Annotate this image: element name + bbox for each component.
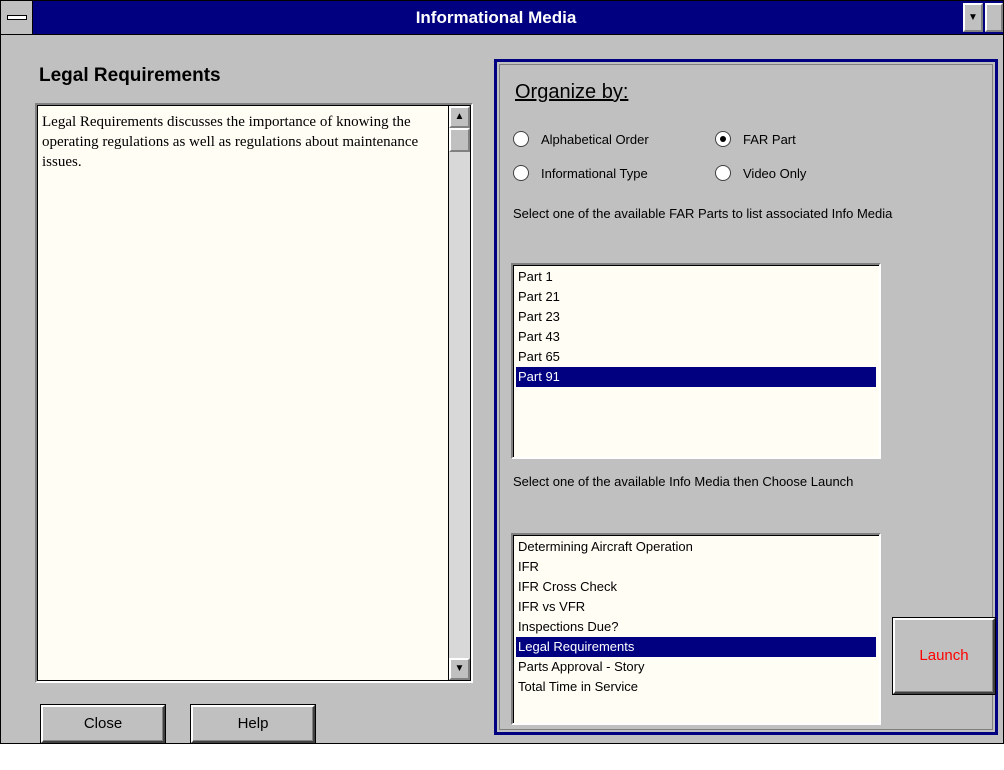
system-menu-icon[interactable] <box>1 1 33 34</box>
list-item[interactable]: Part 1 <box>516 267 876 287</box>
radio-label: FAR Part <box>743 131 796 147</box>
radio-label: Alphabetical Order <box>541 131 649 147</box>
radio-indicator <box>513 165 529 181</box>
list-item-selected[interactable]: Part 91 <box>516 367 876 387</box>
list-item[interactable]: IFR <box>516 557 876 577</box>
topic-heading: Legal Requirements <box>39 65 221 86</box>
description-textbox[interactable]: Legal Requirements discusses the importa… <box>35 103 473 683</box>
radio-label: Informational Type <box>541 165 648 181</box>
scroll-up-arrow-icon[interactable]: ▲ <box>449 106 470 128</box>
list-item[interactable]: Part 21 <box>516 287 876 307</box>
radio-alphabetical-order[interactable]: Alphabetical Order <box>513 131 649 147</box>
radio-indicator <box>715 165 731 181</box>
minimize-arrow-icon[interactable]: ▼ <box>963 3 983 32</box>
scroll-down-arrow-icon[interactable]: ▼ <box>449 658 470 680</box>
list-item-selected[interactable]: Legal Requirements <box>516 637 876 657</box>
list-item[interactable]: Parts Approval - Story <box>516 657 876 677</box>
list-item[interactable]: IFR vs VFR <box>516 597 876 617</box>
radio-video-only[interactable]: Video Only <box>715 165 806 181</box>
close-button[interactable]: Close <box>41 705 165 743</box>
info-media-listbox[interactable]: Determining Aircraft Operation IFR IFR C… <box>511 533 881 725</box>
media-instruction: Select one of the available Info Media t… <box>513 474 854 489</box>
radio-indicator-selected <box>715 131 731 147</box>
app-window: Informational Media ▼ Legal Requirements… <box>0 0 1004 744</box>
window-title: Informational Media <box>415 8 577 27</box>
radio-far-part[interactable]: FAR Part <box>715 131 796 147</box>
description-text: Legal Requirements discusses the importa… <box>42 114 419 170</box>
radio-label: Video Only <box>743 165 807 181</box>
list-item[interactable]: Part 65 <box>516 347 876 367</box>
launch-button[interactable]: Launch <box>893 618 995 694</box>
list-item[interactable]: Inspections Due? <box>516 617 876 637</box>
help-button[interactable]: Help <box>191 705 315 743</box>
list-item[interactable]: IFR Cross Check <box>516 577 876 597</box>
far-parts-instruction: Select one of the available FAR Parts to… <box>513 206 893 221</box>
scroll-thumb[interactable] <box>449 128 470 152</box>
organize-heading: Organize by: <box>515 81 629 103</box>
list-item[interactable]: Determining Aircraft Operation <box>516 537 876 557</box>
radio-informational-type[interactable]: Informational Type <box>513 165 648 181</box>
list-item[interactable]: Part 43 <box>516 327 876 347</box>
far-parts-listbox[interactable]: Part 1 Part 21 Part 23 Part 43 Part 65 P… <box>511 263 881 459</box>
list-item[interactable]: Total Time in Service <box>516 677 876 697</box>
vertical-scrollbar[interactable]: ▲ ▼ <box>448 106 470 680</box>
maximize-button[interactable] <box>985 3 1003 32</box>
radio-indicator <box>513 131 529 147</box>
title-bar: Informational Media ▼ <box>1 1 1003 35</box>
list-item[interactable]: Part 23 <box>516 307 876 327</box>
